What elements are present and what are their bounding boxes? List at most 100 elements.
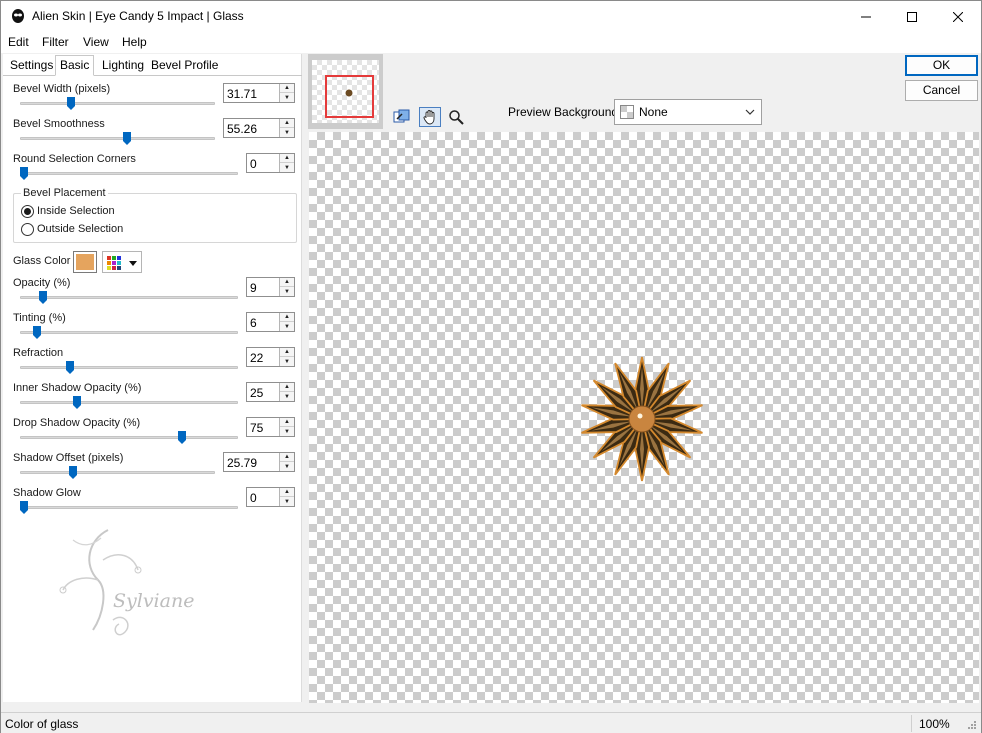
bevel-smoothness-slider[interactable] bbox=[20, 137, 215, 140]
bevel-smoothness-input[interactable]: 55.26 ▲ ▼ bbox=[223, 118, 295, 138]
round-corners-slider-thumb[interactable] bbox=[20, 167, 28, 180]
spin-up-icon[interactable]: ▲ bbox=[280, 313, 294, 322]
menu-filter[interactable]: Filter bbox=[42, 35, 69, 49]
glass-color-swatch[interactable] bbox=[73, 251, 97, 273]
shadow-glow-spinner[interactable]: ▲ ▼ bbox=[279, 488, 294, 506]
preview-background-value[interactable]: None bbox=[639, 105, 668, 119]
opacity-slider[interactable] bbox=[20, 296, 238, 299]
bevel-smoothness-slider-thumb[interactable] bbox=[122, 132, 131, 145]
bevel-width-slider-thumb[interactable] bbox=[66, 97, 75, 110]
color-palette-button[interactable] bbox=[102, 251, 142, 273]
close-window-button[interactable] bbox=[935, 1, 981, 32]
spin-down-icon[interactable]: ▼ bbox=[280, 497, 294, 506]
eye-candy-window: Alien Skin | Eye Candy 5 Impact | Glass … bbox=[0, 0, 982, 733]
tab-basic[interactable]: Basic bbox=[55, 55, 95, 76]
tab-lighting[interactable]: Lighting bbox=[98, 56, 148, 76]
spin-down-icon[interactable]: ▼ bbox=[280, 427, 294, 436]
outside-selection-label[interactable]: Outside Selection bbox=[37, 223, 123, 235]
shadow-offset-slider[interactable] bbox=[20, 471, 215, 474]
tab-settings[interactable]: Settings bbox=[6, 56, 57, 76]
opacity-slider-thumb[interactable] bbox=[38, 291, 47, 304]
preview-background-select[interactable]: None bbox=[614, 99, 762, 125]
outside-selection-radio[interactable] bbox=[21, 223, 34, 236]
refraction-slider-thumb[interactable] bbox=[66, 361, 75, 374]
bevel-width-spinner[interactable]: ▲ ▼ bbox=[279, 84, 294, 102]
zoom-tool-button[interactable] bbox=[445, 107, 467, 127]
tinting-input[interactable]: 6 ▲ ▼ bbox=[246, 312, 295, 332]
spin-up-icon[interactable]: ▲ bbox=[280, 418, 294, 427]
drop-shadow-slider[interactable] bbox=[20, 436, 238, 439]
spin-up-icon[interactable]: ▲ bbox=[280, 154, 294, 163]
navigator-thumbnail[interactable] bbox=[308, 54, 383, 129]
drop-shadow-slider-thumb[interactable] bbox=[177, 431, 186, 444]
navigator-canvas[interactable] bbox=[312, 60, 379, 123]
spin-down-icon[interactable]: ▼ bbox=[280, 287, 294, 296]
resize-grip-icon[interactable] bbox=[967, 720, 977, 730]
spin-up-icon[interactable]: ▲ bbox=[280, 453, 294, 462]
bevel-smoothness-value[interactable]: 55.26 bbox=[227, 122, 257, 136]
shadow-glow-input[interactable]: 0 ▲ ▼ bbox=[246, 487, 295, 507]
cancel-button[interactable]: Cancel bbox=[905, 80, 978, 101]
spin-down-icon[interactable]: ▼ bbox=[280, 357, 294, 366]
spin-down-icon[interactable]: ▼ bbox=[280, 392, 294, 401]
opacity-input[interactable]: 9 ▲ ▼ bbox=[246, 277, 295, 297]
maximize-button[interactable] bbox=[889, 1, 935, 32]
compare-tool-button[interactable] bbox=[391, 107, 413, 127]
inside-selection-label[interactable]: Inside Selection bbox=[37, 205, 115, 217]
menu-edit[interactable]: Edit bbox=[8, 35, 29, 49]
inner-shadow-value[interactable]: 25 bbox=[250, 386, 263, 400]
shadow-offset-value[interactable]: 25.79 bbox=[227, 456, 257, 470]
shadow-offset-slider-thumb[interactable] bbox=[68, 466, 77, 479]
shadow-glow-slider-thumb[interactable] bbox=[20, 501, 28, 514]
spin-down-icon[interactable]: ▼ bbox=[280, 163, 294, 172]
inner-shadow-input[interactable]: 25 ▲ ▼ bbox=[246, 382, 295, 402]
tinting-value[interactable]: 6 bbox=[250, 316, 257, 330]
spin-down-icon[interactable]: ▼ bbox=[280, 462, 294, 471]
spin-down-icon[interactable]: ▼ bbox=[280, 322, 294, 331]
inner-shadow-spinner[interactable]: ▲ ▼ bbox=[279, 383, 294, 401]
round-corners-spinner[interactable]: ▲ ▼ bbox=[279, 154, 294, 172]
refraction-value[interactable]: 22 bbox=[250, 351, 263, 365]
menu-view[interactable]: View bbox=[83, 35, 109, 49]
spin-up-icon[interactable]: ▲ bbox=[280, 84, 294, 93]
glass-color-fill[interactable] bbox=[76, 254, 94, 270]
spin-down-icon[interactable]: ▼ bbox=[280, 128, 294, 137]
bevel-width-value[interactable]: 31.71 bbox=[227, 87, 257, 101]
refraction-spinner[interactable]: ▲ ▼ bbox=[279, 348, 294, 366]
spin-up-icon[interactable]: ▲ bbox=[280, 348, 294, 357]
minimize-button[interactable] bbox=[843, 1, 889, 32]
drop-shadow-spinner[interactable]: ▲ ▼ bbox=[279, 418, 294, 436]
spin-up-icon[interactable]: ▲ bbox=[280, 119, 294, 128]
bevel-smoothness-spinner[interactable]: ▲ ▼ bbox=[279, 119, 294, 137]
tinting-spinner[interactable]: ▲ ▼ bbox=[279, 313, 294, 331]
hand-tool-button[interactable] bbox=[419, 107, 441, 127]
inner-shadow-slider[interactable] bbox=[20, 401, 238, 404]
refraction-slider[interactable] bbox=[20, 366, 238, 369]
tinting-slider-thumb[interactable] bbox=[32, 326, 41, 339]
shadow-glow-slider[interactable] bbox=[20, 506, 238, 509]
bevel-width-input[interactable]: 31.71 ▲ ▼ bbox=[223, 83, 295, 103]
shadow-offset-spinner[interactable]: ▲ ▼ bbox=[279, 453, 294, 471]
tab-bevel-profile[interactable]: Bevel Profile bbox=[147, 56, 222, 76]
spin-down-icon[interactable]: ▼ bbox=[280, 93, 294, 102]
drop-shadow-input[interactable]: 75 ▲ ▼ bbox=[246, 417, 295, 437]
bevel-width-slider[interactable] bbox=[20, 102, 215, 105]
menu-help[interactable]: Help bbox=[122, 35, 147, 49]
shadow-glow-value[interactable]: 0 bbox=[250, 491, 257, 505]
preview-canvas[interactable] bbox=[309, 132, 979, 703]
drop-shadow-value[interactable]: 75 bbox=[250, 421, 263, 435]
round-corners-slider[interactable] bbox=[20, 172, 238, 175]
round-corners-input[interactable]: 0 ▲ ▼ bbox=[246, 153, 295, 173]
tinting-slider[interactable] bbox=[20, 331, 238, 334]
shadow-offset-input[interactable]: 25.79 ▲ ▼ bbox=[223, 452, 295, 472]
ok-button[interactable]: OK bbox=[905, 55, 978, 76]
opacity-spinner[interactable]: ▲ ▼ bbox=[279, 278, 294, 296]
spin-up-icon[interactable]: ▲ bbox=[280, 278, 294, 287]
inside-selection-radio[interactable] bbox=[21, 205, 34, 218]
spin-up-icon[interactable]: ▲ bbox=[280, 383, 294, 392]
round-corners-value[interactable]: 0 bbox=[250, 157, 257, 171]
inner-shadow-slider-thumb[interactable] bbox=[72, 396, 81, 409]
opacity-value[interactable]: 9 bbox=[250, 281, 257, 295]
spin-up-icon[interactable]: ▲ bbox=[280, 488, 294, 497]
refraction-input[interactable]: 22 ▲ ▼ bbox=[246, 347, 295, 367]
